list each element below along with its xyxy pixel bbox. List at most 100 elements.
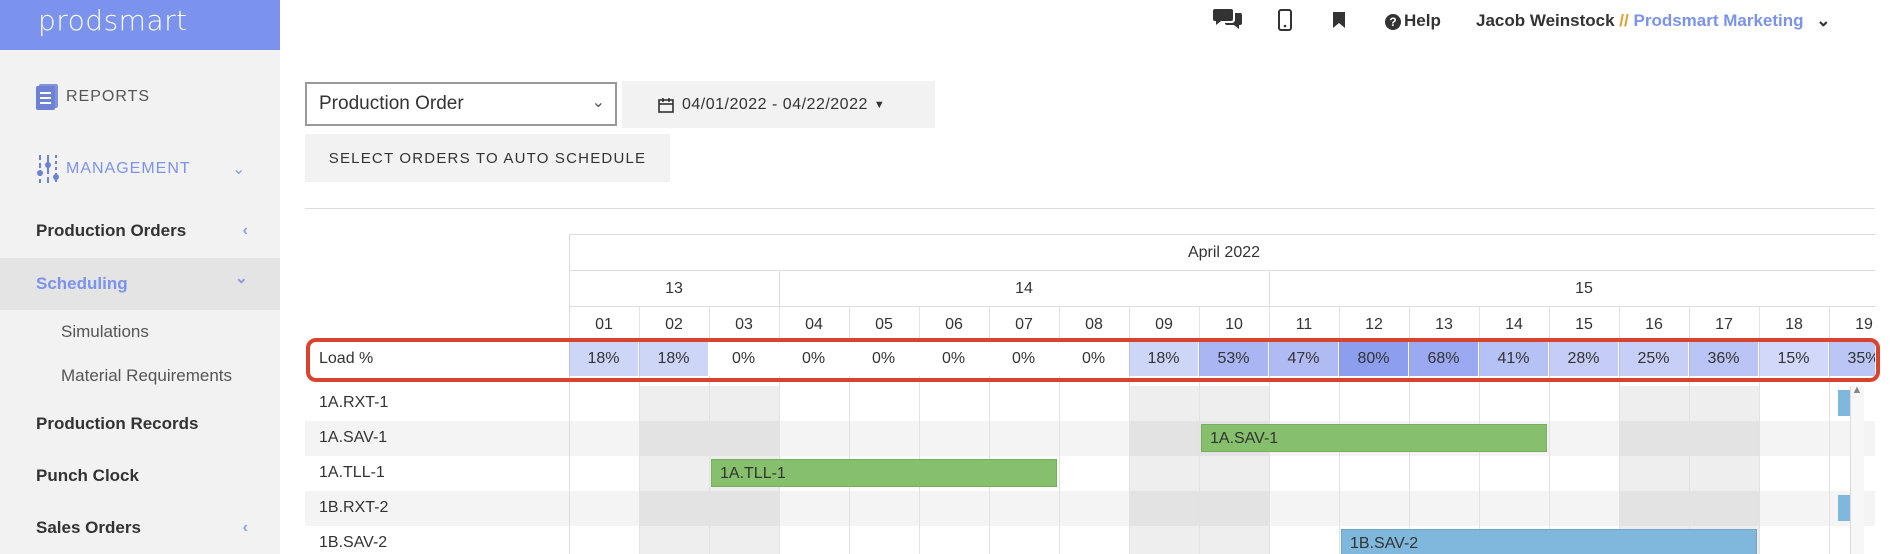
date-range-picker[interactable]: 04/01/2022 - 04/22/2022 ▼: [622, 81, 935, 128]
day-label: 03: [735, 316, 753, 333]
row-label[interactable]: 1B.SAV-2: [319, 534, 387, 552]
sliders-icon: [37, 155, 59, 183]
caret-down-icon: ▼: [873, 98, 886, 111]
org-name: Prodsmart Marketing: [1633, 11, 1804, 30]
sidebar-item-label: Sales Orders: [36, 518, 141, 537]
load-cell: 18%: [639, 342, 709, 376]
chevron-down-icon: ⌄: [234, 270, 248, 287]
sidebar-item-punch-clock[interactable]: Punch Clock: [0, 450, 280, 502]
sidebar-item-simulations[interactable]: Simulations: [61, 322, 149, 342]
brand-text: prodsmart: [38, 3, 188, 37]
header-line: [569, 234, 1875, 235]
chat-icon[interactable]: [1213, 6, 1243, 30]
day-label: 16: [1645, 316, 1663, 333]
sidebar: prodsmart REPORTS MANAGEMENT ⌄ Productio…: [0, 0, 280, 554]
gantt-chart: April 2022 13 14 15 01 02 03 04 05 06 07 08 09 10 11 12…: [305, 208, 1875, 554]
load-cell: 68%: [1409, 342, 1479, 376]
day-label: 01: [595, 316, 613, 333]
management-label: MANAGEMENT: [66, 160, 191, 177]
bar-edge: [1838, 390, 1850, 416]
sidebar-item-label: Punch Clock: [36, 466, 139, 485]
chevron-down-icon: ⌄: [1816, 11, 1831, 30]
day-label: 10: [1225, 316, 1243, 333]
gantt-bar[interactable]: 1B.SAV-2: [1341, 529, 1757, 554]
load-cell: 0%: [989, 342, 1059, 376]
load-cell: 0%: [849, 342, 919, 376]
chevron-up-icon[interactable]: ▲: [1851, 384, 1863, 396]
sidebar-item-label: Production Records: [36, 414, 199, 433]
sidebar-item-label: Production Orders: [36, 221, 187, 240]
question-circle-icon: ?: [1385, 14, 1401, 30]
row-label[interactable]: 1B.RXT-2: [319, 499, 388, 517]
day-label: 15: [1575, 316, 1593, 333]
row-label[interactable]: 1A.SAV-1: [319, 429, 387, 447]
header-line: [569, 306, 1875, 307]
calendar-icon: [658, 97, 674, 113]
sidebar-item-production-records[interactable]: Production Records: [0, 398, 280, 450]
mobile-icon[interactable]: [1278, 9, 1292, 31]
load-cell: 36%: [1689, 342, 1759, 376]
day-label: 02: [665, 316, 683, 333]
month-label: April 2022: [1187, 244, 1261, 261]
day-label: 08: [1085, 316, 1103, 333]
day-label: 04: [805, 316, 823, 333]
load-cell: 0%: [1059, 342, 1129, 376]
day-label: 11: [1295, 316, 1313, 333]
row-stripe: [305, 491, 1875, 526]
day-label: 14: [1505, 316, 1523, 333]
auto-schedule-label: SELECT ORDERS TO AUTO SCHEDULE: [328, 149, 647, 167]
logo[interactable]: prodsmart: [0, 0, 280, 50]
sidebar-item-material-requirements[interactable]: Material Requirements: [61, 366, 232, 386]
sidebar-reports[interactable]: REPORTS: [36, 84, 150, 110]
day-label: 05: [875, 316, 893, 333]
sidebar-item-sales-orders[interactable]: Sales Orders ‹: [0, 502, 280, 554]
bar-edge: [1838, 495, 1850, 521]
chevron-down-icon: ⌄: [591, 94, 605, 111]
vertical-scrollbar[interactable]: [1850, 386, 1864, 554]
day-label: 19: [1855, 316, 1873, 333]
load-cell: 18%: [569, 342, 639, 376]
week-label: 14: [1015, 280, 1033, 297]
topbar: ? Help Jacob Weinstock // Prodsmart Marke…: [280, 0, 1894, 45]
sidebar-management[interactable]: MANAGEMENT ⌄: [36, 155, 256, 183]
load-cell: 41%: [1479, 342, 1549, 376]
user-name: Jacob Weinstock: [1476, 11, 1615, 30]
reports-label: REPORTS: [66, 88, 151, 105]
day-label: 12: [1365, 316, 1383, 333]
help-link[interactable]: ? Help: [1385, 11, 1441, 31]
bookmark-icon[interactable]: [1332, 11, 1346, 29]
day-label: 18: [1785, 316, 1803, 333]
date-range-value: 04/01/2022 - 04/22/2022: [682, 95, 868, 113]
load-cell: 47%: [1269, 342, 1339, 376]
auto-schedule-button[interactable]: SELECT ORDERS TO AUTO SCHEDULE: [305, 134, 670, 182]
row-label[interactable]: 1A.RXT-1: [319, 394, 388, 412]
reports-icon: [36, 84, 58, 110]
sidebar-item-production-orders[interactable]: Production Orders ‹: [0, 205, 280, 257]
load-cell: 0%: [709, 342, 779, 376]
user-menu[interactable]: Jacob Weinstock // Prodsmart Marketing ⌄: [1476, 11, 1831, 31]
weekend-shade: [1129, 386, 1199, 554]
chevron-left-icon: ‹: [242, 222, 248, 239]
separator: //: [1614, 11, 1634, 30]
weekend-shade: [639, 386, 709, 554]
sidebar-item-scheduling[interactable]: Scheduling ⌄: [0, 258, 280, 310]
gantt-bar[interactable]: 1A.TLL-1: [711, 459, 1057, 487]
day-label: 09: [1155, 316, 1173, 333]
row-stripe: [305, 421, 1875, 456]
header-line: [569, 270, 1875, 271]
load-cell: 0%: [919, 342, 989, 376]
order-type-select[interactable]: Production Order ⌄: [305, 82, 617, 126]
chevron-left-icon: ‹: [242, 519, 248, 536]
load-cell: 80%: [1339, 342, 1409, 376]
day-label: 06: [945, 316, 963, 333]
load-label: Load %: [319, 350, 374, 367]
weekend-shade: [1199, 386, 1269, 554]
row-label[interactable]: 1A.TLL-1: [319, 464, 385, 482]
gantt-bar[interactable]: 1A.SAV-1: [1201, 424, 1547, 452]
load-cell: 15%: [1759, 342, 1829, 376]
load-cell: 25%: [1619, 342, 1689, 376]
day-label: 13: [1435, 316, 1453, 333]
chevron-down-icon: ⌄: [232, 161, 247, 178]
load-cell: 0%: [779, 342, 849, 376]
sidebar-item-label: Scheduling: [36, 274, 128, 293]
